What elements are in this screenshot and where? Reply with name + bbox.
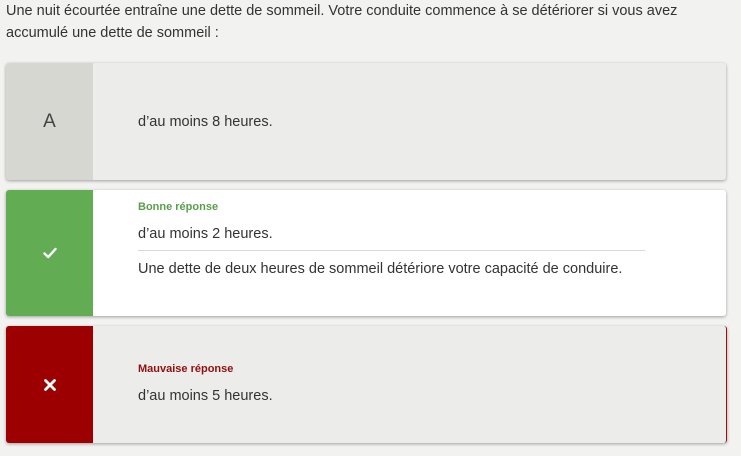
divider [138, 250, 645, 251]
check-icon [42, 247, 57, 259]
answer-status-box [6, 190, 93, 316]
answer-text: d’au moins 5 heures. [138, 388, 273, 404]
answer-letter-box: A [6, 63, 93, 180]
correct-answer-label: Bonne réponse [138, 201, 219, 213]
answer-letter: A [43, 110, 56, 132]
answer-text: d’au moins 2 heures. [138, 226, 273, 242]
answer-status-box [6, 326, 93, 443]
answer-option-correct[interactable]: Bonne réponse d’au moins 2 heures. Une d… [6, 190, 726, 316]
answer-option-a[interactable]: A d’au moins 8 heures. [6, 63, 726, 180]
answer-option-wrong[interactable]: Mauvaise réponse d’au moins 5 heures. [6, 326, 727, 443]
answer-explanation: Une dette de deux heures de sommeil dété… [138, 261, 623, 277]
answer-body: Mauvaise réponse d’au moins 5 heures. [93, 326, 726, 443]
answer-body: Bonne réponse d’au moins 2 heures. Une d… [93, 190, 726, 316]
question-text: Une nuit écourtée entraîne une dette de … [6, 3, 678, 41]
cross-icon [43, 378, 56, 391]
wrong-answer-label: Mauvaise réponse [138, 363, 234, 375]
answer-body: d’au moins 8 heures. [93, 63, 726, 180]
answer-text: d’au moins 8 heures. [138, 114, 273, 130]
